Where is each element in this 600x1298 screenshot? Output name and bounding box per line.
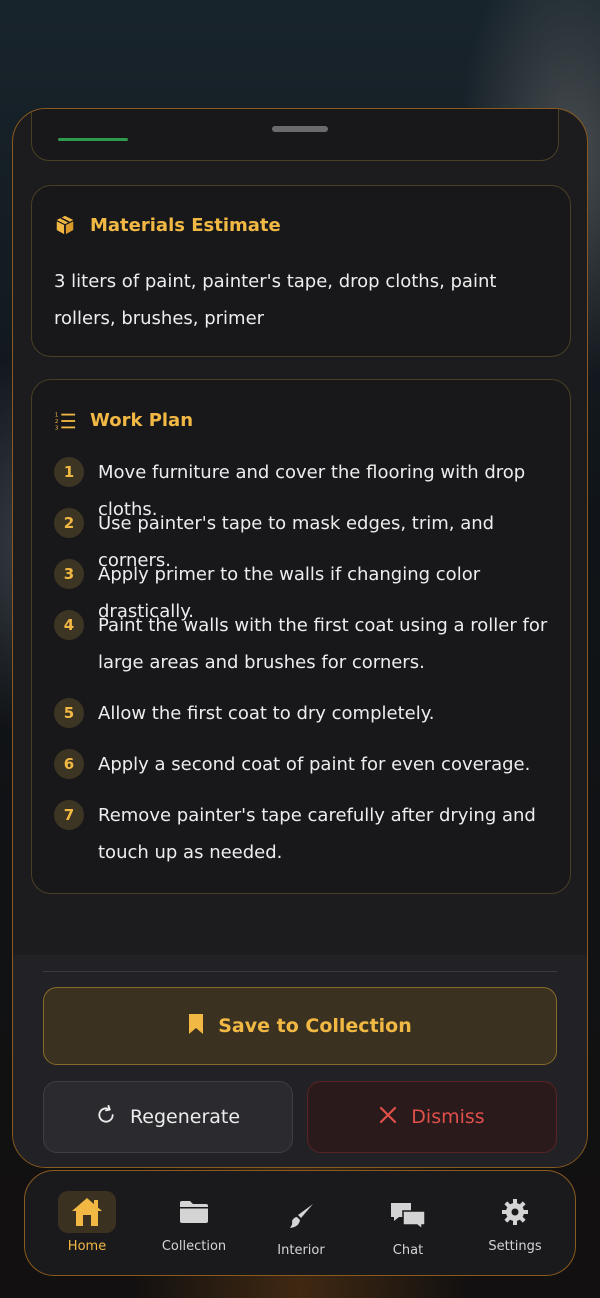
step-number: 7 bbox=[54, 800, 84, 830]
step-text: Paint the walls with the first coat usin… bbox=[98, 615, 548, 673]
step-number: 3 bbox=[54, 559, 84, 589]
tab-chat[interactable]: Chat bbox=[358, 1171, 458, 1277]
regenerate-button[interactable]: Regenerate bbox=[43, 1081, 293, 1153]
tab-label: Chat bbox=[392, 1243, 424, 1258]
close-icon bbox=[379, 1106, 397, 1129]
step-number: 4 bbox=[54, 610, 84, 640]
folder-icon bbox=[165, 1191, 223, 1233]
svg-text:3: 3 bbox=[55, 425, 59, 431]
bookmark-icon bbox=[188, 1013, 204, 1040]
step-number: 5 bbox=[54, 698, 84, 728]
sheet-drag-handle[interactable] bbox=[272, 126, 328, 132]
dismiss-label: Dismiss bbox=[411, 1106, 485, 1128]
tab-label: Interior bbox=[277, 1243, 325, 1258]
step-text: Remove painter's tape carefully after dr… bbox=[98, 805, 536, 863]
tab-collection[interactable]: Collection bbox=[144, 1171, 244, 1277]
step-text: Apply a second coat of paint for even co… bbox=[98, 754, 531, 775]
step-number: 2 bbox=[54, 508, 84, 538]
materials-title: Materials Estimate bbox=[90, 215, 281, 236]
save-label: Save to Collection bbox=[218, 1015, 412, 1037]
gear-icon bbox=[486, 1191, 544, 1233]
results-sheet: Materials Estimate 3 liters of paint, pa… bbox=[12, 108, 588, 1168]
tab-label: Home bbox=[67, 1239, 107, 1254]
step-number: 6 bbox=[54, 749, 84, 779]
package-icon bbox=[54, 214, 76, 240]
home-icon bbox=[58, 1191, 116, 1233]
previous-card bbox=[31, 109, 559, 161]
work-plan-title: Work Plan bbox=[90, 410, 194, 431]
tab-interior[interactable]: Interior bbox=[251, 1171, 351, 1277]
progress-indicator bbox=[58, 138, 128, 141]
svg-text:1: 1 bbox=[55, 412, 59, 418]
work-plan-card: 123 Work Plan 1 Move furniture and cover… bbox=[31, 379, 571, 894]
tab-home[interactable]: Home bbox=[37, 1171, 137, 1277]
svg-text:2: 2 bbox=[55, 419, 59, 425]
chat-icon bbox=[379, 1195, 437, 1237]
step-number: 1 bbox=[54, 457, 84, 487]
save-to-collection-button[interactable]: Save to Collection bbox=[43, 987, 557, 1065]
dismiss-button[interactable]: Dismiss bbox=[307, 1081, 557, 1153]
divider bbox=[43, 971, 557, 972]
tab-label: Collection bbox=[161, 1239, 227, 1254]
step-text: Allow the first coat to dry completely. bbox=[98, 703, 435, 724]
refresh-icon bbox=[96, 1104, 116, 1130]
materials-card: Materials Estimate 3 liters of paint, pa… bbox=[31, 185, 571, 357]
numbered-list-icon: 123 bbox=[54, 410, 76, 436]
paintbrush-icon bbox=[272, 1195, 330, 1237]
tab-settings[interactable]: Settings bbox=[465, 1171, 565, 1277]
regenerate-label: Regenerate bbox=[129, 1106, 241, 1128]
action-footer: Save to Collection Regenerate Dismiss bbox=[13, 955, 587, 1167]
tab-label: Settings bbox=[488, 1239, 542, 1254]
materials-text: 3 liters of paint, painter's tape, drop … bbox=[54, 271, 497, 329]
bottom-tab-bar: Home Collection Interior Chat Settings bbox=[24, 1170, 576, 1276]
